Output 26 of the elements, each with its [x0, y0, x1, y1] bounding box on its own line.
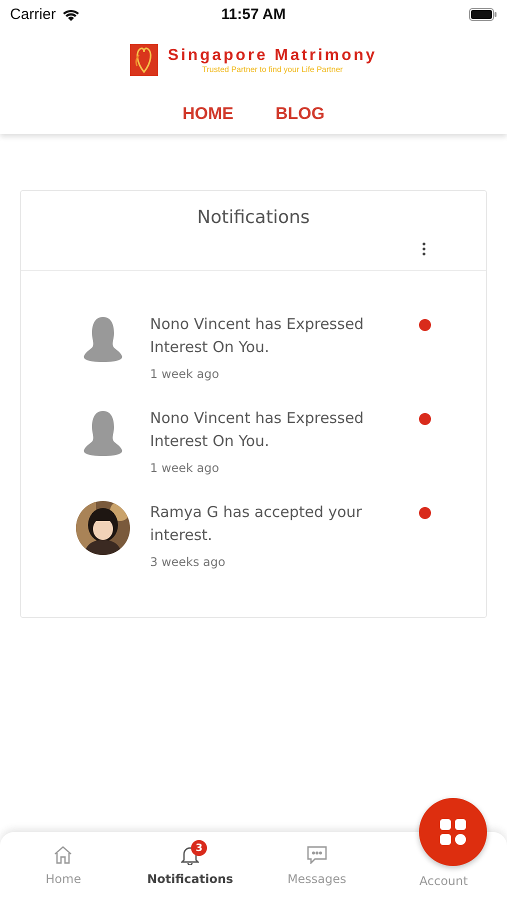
logo-tagline: Trusted Partner to find your Life Partner [202, 64, 343, 74]
tab-bar-item[interactable]: Messages [287, 832, 346, 900]
clock-time: 11:57 AM [221, 6, 286, 22]
notification-time: 1 week ago [150, 367, 220, 381]
menu-fab-button[interactable] [419, 798, 487, 866]
count-badge: 3 [191, 840, 208, 856]
tab-bar-item[interactable]: Home [46, 832, 82, 900]
carrier-label: Carrier [10, 6, 56, 22]
card-title: Notifications [197, 207, 310, 228]
notification-message[interactable]: Ramya G has accepted your interest. [150, 501, 390, 547]
notification-time: 1 week ago [150, 461, 220, 475]
logo-icon [130, 44, 158, 76]
logo-name: Singapore Matrimony [168, 46, 378, 64]
tab-bar-item[interactable]: Account [419, 874, 468, 888]
notification-message[interactable]: Nono Vincent has Expressed Interest On You. [150, 407, 390, 453]
message-icon [306, 846, 327, 864]
battery-icon [468, 8, 497, 20]
notification-time: 3 weeks ago [150, 555, 226, 569]
notification-message[interactable]: Nono Vincent has Expressed Interest On You. [150, 313, 390, 359]
grid-icon [440, 819, 466, 845]
home-icon [53, 845, 74, 865]
tab-bar-item[interactable]: 3 Notifications [147, 832, 234, 900]
nav-link[interactable]: HOME [182, 104, 234, 124]
nav-link[interactable]: BLOG [275, 104, 325, 124]
more-menu-icon[interactable] [422, 242, 426, 256]
wifi-icon [62, 8, 80, 20]
